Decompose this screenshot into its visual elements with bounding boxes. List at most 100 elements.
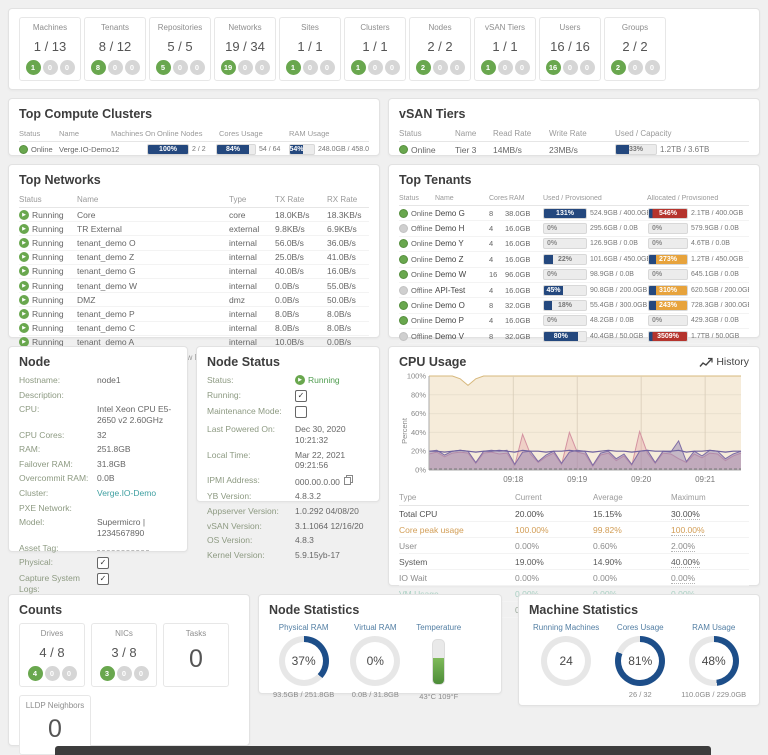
checkbox[interactable]: ✓ <box>295 390 307 402</box>
checkbox[interactable] <box>295 406 307 418</box>
network-row[interactable]: ▶Runningtenant_demo Cinternal8.0B/s8.0B/… <box>19 322 369 336</box>
network-row[interactable]: ▶Runningtenant_demo Zinternal25.0B/s41.0… <box>19 251 369 265</box>
card-value: 1 / 1 <box>492 39 517 54</box>
online-icon <box>19 145 28 154</box>
gauge-label: Running Machines <box>533 623 599 632</box>
field-row: Asset Tag: <box>19 543 177 554</box>
field-label: RAM: <box>19 444 97 455</box>
svg-text:20%: 20% <box>411 447 426 456</box>
vsan-tier-row[interactable]: OnlineTier 314MB/s23MB/s33%1.2TB / 3.6TB <box>399 142 749 157</box>
count-card-drives[interactable]: Drives4 / 8400 <box>19 623 85 687</box>
field-label: PXE Network: <box>19 503 97 514</box>
summary-card-groups[interactable]: Groups 2 / 2 200 <box>604 17 666 81</box>
tenant-row[interactable]: OnlineDemo W1696.0GB0%98.9GB / 0.0B0%645… <box>399 268 749 283</box>
summary-card-vsan-tiers[interactable]: vSAN Tiers1 / 1100 <box>474 17 536 81</box>
network-row[interactable]: ▶Runningtenant_demo Ointernal56.0B/s36.0… <box>19 236 369 250</box>
tenant-row[interactable]: OfflineAPI-Test416.0GB45%90.8GB / 200.0G… <box>399 283 749 298</box>
field-value: 32 <box>97 430 177 441</box>
summary-cards: Machines1 / 13100Tenants8 / 12800Reposit… <box>19 17 749 81</box>
tenant-row[interactable]: OnlineDemo G838.0GB131%524.9GB / 400.0GB… <box>399 206 749 221</box>
network-row[interactable]: ▶RunningCorecore18.0KB/s18.3KB/s <box>19 208 369 222</box>
stat-type: Core peak usage <box>399 525 515 535</box>
running-icon: ▶ <box>295 375 305 385</box>
network-row[interactable]: ▶RunningTR Externalexternal9.8KB/s6.9KB/… <box>19 222 369 236</box>
card-label: Groups <box>622 23 648 32</box>
tenant-row[interactable]: OnlineDemo Y416.0GB0%126.9GB / 0.0B0%4.6… <box>399 237 749 252</box>
field-row: PXE Network: <box>19 503 177 514</box>
svg-text:09:19: 09:19 <box>567 475 588 484</box>
field-label: Capture System Logs: <box>19 573 97 594</box>
gauge-caption: 26 / 32 <box>629 690 652 699</box>
running-icon: ▶ <box>19 309 29 319</box>
svg-text:09:21: 09:21 <box>695 475 716 484</box>
cpu-stat-row: User0.00%0.60%2.00% <box>399 538 749 554</box>
field-row: CPU Cores:32 <box>19 430 177 441</box>
usage-bar: 0% <box>543 223 587 234</box>
count-card-tasks[interactable]: Tasks0 <box>163 623 229 687</box>
donut-gauge: 0% <box>350 636 400 686</box>
card-label: Tenants <box>101 23 129 32</box>
compute-clusters-table: StatusNameMachines OnOnline NodesCores U… <box>19 127 369 157</box>
checkbox[interactable]: ✓ <box>97 557 109 569</box>
cpu-usage-panel: CPU Usage History 0%20%40%60%80%100%09:1… <box>388 346 760 586</box>
summary-card-nodes[interactable]: Nodes2 / 2200 <box>409 17 471 81</box>
running-icon: ▶ <box>19 210 29 220</box>
machine-gauges: Running Machines24Cores Usage81%26 / 32R… <box>529 623 749 699</box>
tenant-row[interactable]: OnlineDemo Z416.0GB22%101.6GB / 450.0GB2… <box>399 252 749 267</box>
panel-title: Node <box>19 355 177 369</box>
summary-card-tenants[interactable]: Tenants8 / 12800 <box>84 17 146 81</box>
summary-card-clusters[interactable]: Clusters1 / 1100 <box>344 17 406 81</box>
cluster-row[interactable]: OnlineVerge.IO-Demo12100%2 / 284%54 / 64… <box>19 142 369 157</box>
count-badge: 3 <box>100 666 115 681</box>
count-card-nics[interactable]: NICs3 / 8300 <box>91 623 157 687</box>
network-row[interactable]: ▶RunningDMZdmz0.0B/s50.0B/s <box>19 293 369 307</box>
card-value: 2 / 2 <box>622 39 647 54</box>
cluster-link[interactable]: Verge.IO-Demo <box>97 488 177 499</box>
field-label: Model: <box>19 517 97 538</box>
copy-icon[interactable] <box>344 475 353 485</box>
usage-bar: 0% <box>543 269 587 280</box>
gauge-caption: 0.0B / 31.8GB <box>352 690 399 699</box>
status-badges: 200 <box>611 60 660 75</box>
field-label: Hostname: <box>19 375 97 386</box>
top-compute-clusters-panel: Top Compute Clusters StatusNameMachines … <box>8 98 380 156</box>
history-chart-icon <box>699 357 713 368</box>
tenant-row[interactable]: OfflineDemo H416.0GB0%295.6GB / 0.0B0%57… <box>399 221 749 236</box>
history-button[interactable]: History <box>699 356 749 368</box>
stat-type: IO Wait <box>399 573 515 583</box>
field-value: Supermicro | 1234567890 <box>97 517 177 538</box>
summary-card-networks[interactable]: Networks19 / 341900 <box>214 17 276 81</box>
field-label: Failover RAM: <box>19 459 97 470</box>
checkbox[interactable]: ✓ <box>97 573 109 585</box>
tenant-row[interactable]: OnlineDemo P416.0GB0%48.2GB / 0.0B0%429.… <box>399 314 749 329</box>
running-icon: ▶ <box>19 252 29 262</box>
count-badge: 0 <box>125 60 140 75</box>
svg-text:09:18: 09:18 <box>503 475 524 484</box>
field-label: Last Powered On: <box>207 424 295 445</box>
field-value: Dec 30, 2020 10:21:32 <box>295 424 369 445</box>
network-row[interactable]: ▶Runningtenant_demo Winternal0.0B/s55.0B… <box>19 279 369 293</box>
tenant-row[interactable]: OnlineDemo O832.0GB18%55.4GB / 300.0GB24… <box>399 298 749 313</box>
card-value: 3 / 8 <box>111 645 136 660</box>
tenant-row[interactable]: OfflineDemo V832.0GB80%40.4GB / 50.0GB35… <box>399 329 749 344</box>
running-icon: ▶ <box>19 238 29 248</box>
field-label: Appserver Version: <box>207 506 295 517</box>
usage-bar: 3509% <box>648 331 688 342</box>
running-icon: ▶ <box>19 323 29 333</box>
count-badge: 0 <box>238 60 253 75</box>
summary-card-repositories[interactable]: Repositories5 / 5500 <box>149 17 211 81</box>
cpu-usage-chart: 0%20%40%60%80%100%09:1809:1909:2009:21Pe… <box>399 371 749 490</box>
gauge-caption: 110.0GB / 229.0GB <box>681 690 746 699</box>
card-label: Networks <box>228 23 261 32</box>
summary-card-machines[interactable]: Machines1 / 13100 <box>19 17 81 81</box>
cpu-stat-row: IO Wait0.00%0.00%0.00% <box>399 570 749 586</box>
summary-card-users[interactable]: Users16 / 161600 <box>539 17 601 81</box>
count-badge: 16 <box>546 60 561 75</box>
network-row[interactable]: ▶Runningtenant_demo Pinternal8.0B/s8.0B/… <box>19 307 369 321</box>
network-row[interactable]: ▶Runningtenant_demo Ginternal40.0B/s16.0… <box>19 265 369 279</box>
gauge-label: Cores Usage <box>617 623 664 632</box>
count-badge: 0 <box>43 60 58 75</box>
field-row: RAM:251.8GB <box>19 444 177 455</box>
field-label: CPU Cores: <box>19 430 97 441</box>
summary-card-sites[interactable]: Sites1 / 1100 <box>279 17 341 81</box>
